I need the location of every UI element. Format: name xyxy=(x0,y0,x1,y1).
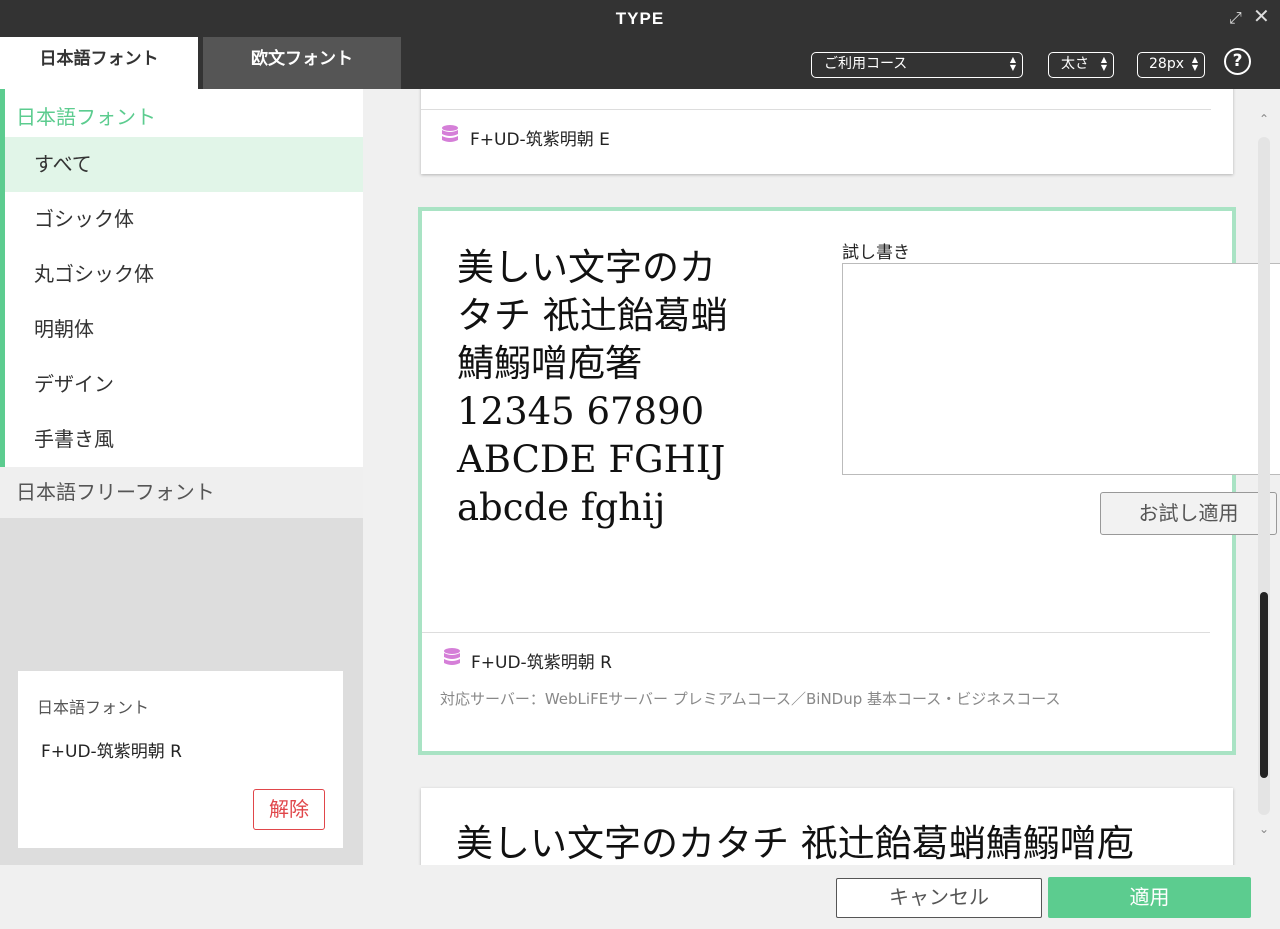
expand-icon[interactable]: ⤢ xyxy=(1229,8,1242,28)
preview-line: 鯖鰯噌庖箸 xyxy=(457,342,642,385)
preview-line: 12345 67890 xyxy=(457,390,705,433)
category-item-gothic[interactable]: ゴシック体 xyxy=(5,192,363,247)
font-preview: 美しい文字のカ タチ 祇辻飴葛蛸 鯖鰯噌庖箸 12345 67890 ABCDE… xyxy=(457,244,777,532)
scroll-down-icon[interactable]: ⌄ xyxy=(1257,822,1271,836)
select-arrows-icon: ▲ ▼ xyxy=(1100,55,1107,72)
cancel-button[interactable]: キャンセル xyxy=(836,878,1042,918)
preview-line: 美しい文字のカ xyxy=(457,246,716,289)
font-list: F+UD-筑紫明朝 E 美しい文字のカ タチ 祇辻飴葛蛸 鯖鰯噌庖箸 12345… xyxy=(363,89,1280,865)
tab-japanese-fonts[interactable]: 日本語フォント xyxy=(0,37,198,89)
tab-western-fonts[interactable]: 欧文フォント xyxy=(203,37,401,89)
size-select-value: 28px xyxy=(1149,56,1184,72)
font-name: F+UD-筑紫明朝 R xyxy=(471,653,612,673)
apply-button[interactable]: 適用 xyxy=(1048,877,1251,918)
selected-font-card: 日本語フォント F+UD-筑紫明朝 R 解除 xyxy=(18,671,343,848)
preview-line: タチ 祇辻飴葛蛸 xyxy=(457,294,728,337)
font-card[interactable]: 美しい文字のカタチ 祇辻飴葛蛸鯖鰯噌庖 xyxy=(421,788,1233,865)
category-list: 日本語フォント すべて ゴシック体 丸ゴシック体 明朝体 デザイン 手書き風 xyxy=(0,89,363,467)
selected-font-label: 日本語フォント xyxy=(37,698,150,717)
category-item-design[interactable]: デザイン xyxy=(5,357,363,412)
scrollbar[interactable]: ⌃ ⌄ xyxy=(1255,112,1273,846)
font-card-selected[interactable]: 美しい文字のカ タチ 祇辻飴葛蛸 鯖鰯噌庖箸 12345 67890 ABCDE… xyxy=(418,207,1280,755)
toolbar: 日本語フォント 欧文フォント ご利用コース ▲ ▼ 太さ ▲ ▼ 28px ▲ ▼ ? xyxy=(0,37,1280,89)
course-select[interactable]: ご利用コース ▲ ▼ xyxy=(811,52,1023,78)
category-item-mincho[interactable]: 明朝体 xyxy=(5,302,363,357)
font-preview: 美しい文字のカタチ 祇辻飴葛蛸鯖鰯噌庖 xyxy=(456,822,1134,865)
trial-textarea[interactable] xyxy=(842,263,1280,475)
scroll-up-icon[interactable]: ⌃ xyxy=(1257,112,1271,126)
weight-select-value: 太さ xyxy=(1061,56,1089,72)
trial-label: 試し書き xyxy=(842,243,910,263)
free-fonts-item[interactable]: 日本語フリーフォント xyxy=(0,467,363,518)
selected-font-name: F+UD-筑紫明朝 R xyxy=(41,742,182,762)
apply-trial-button[interactable]: お試し適用 xyxy=(1100,492,1277,535)
select-arrows-icon: ▲ ▼ xyxy=(1009,55,1016,72)
card-divider xyxy=(421,109,1211,110)
size-select[interactable]: 28px ▲ ▼ xyxy=(1137,52,1205,78)
font-card[interactable]: F+UD-筑紫明朝 E xyxy=(421,89,1233,174)
database-icon xyxy=(442,125,458,142)
card-divider xyxy=(422,632,1210,633)
category-item-handwriting[interactable]: 手書き風 xyxy=(5,412,363,467)
category-header[interactable]: 日本語フォント xyxy=(16,101,156,130)
font-name: F+UD-筑紫明朝 E xyxy=(470,130,610,150)
window-title: TYPE xyxy=(615,9,665,28)
course-select-value: ご利用コース xyxy=(824,56,908,72)
footer: キャンセル 適用 xyxy=(0,865,1280,929)
weight-select[interactable]: 太さ ▲ ▼ xyxy=(1048,52,1114,78)
category-item-round-gothic[interactable]: 丸ゴシック体 xyxy=(5,247,363,302)
database-icon xyxy=(444,648,460,665)
title-bar: TYPE ⤢ ✕ xyxy=(0,0,1280,37)
preview-line: ABCDE FGHIJ xyxy=(457,438,726,481)
sidebar: 日本語フォント すべて ゴシック体 丸ゴシック体 明朝体 デザイン 手書き風 日… xyxy=(0,89,363,865)
scroll-thumb[interactable] xyxy=(1260,592,1268,778)
category-item-all[interactable]: すべて xyxy=(5,137,363,192)
select-arrows-icon: ▲ ▼ xyxy=(1191,55,1198,72)
preview-line: abcde fghij xyxy=(457,486,666,529)
help-icon[interactable]: ? xyxy=(1224,48,1251,75)
server-info: 対応サーバー：WebLiFEサーバー プレミアムコース／BiNDup 基本コース… xyxy=(440,690,1061,708)
close-icon[interactable]: ✕ xyxy=(1253,6,1270,26)
remove-button[interactable]: 解除 xyxy=(253,789,325,830)
